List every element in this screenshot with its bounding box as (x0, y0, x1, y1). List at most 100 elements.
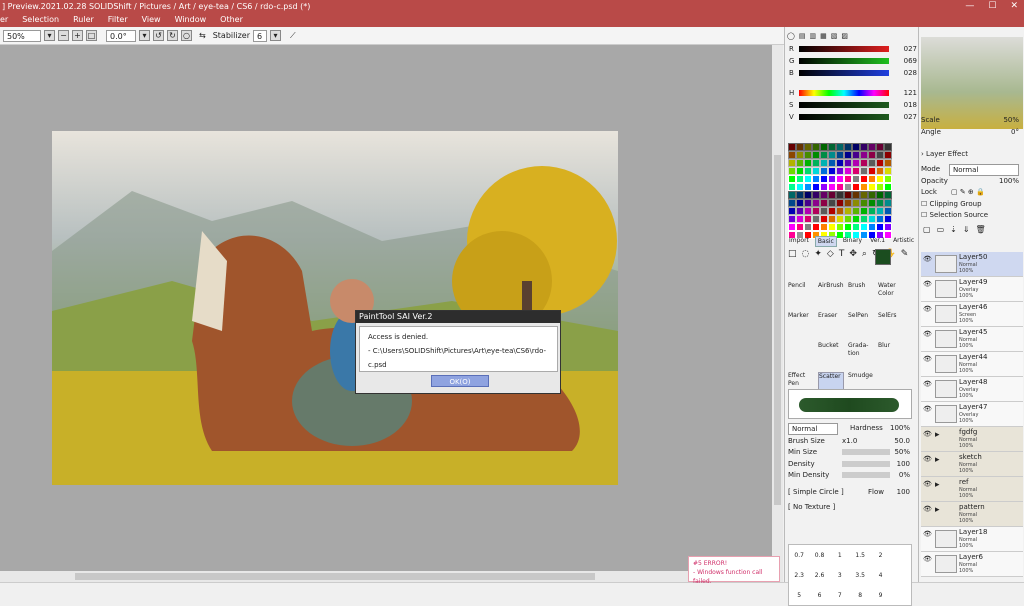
color-swatch[interactable] (868, 167, 876, 175)
color-swatch[interactable] (796, 175, 804, 183)
zoom-out-button[interactable]: − (58, 30, 69, 41)
tab-import[interactable]: Import (787, 236, 811, 247)
close-button[interactable]: ✕ (1010, 0, 1018, 13)
zoom-dropdown-button[interactable]: ▾ (44, 30, 55, 41)
layer-item[interactable]: 👁 Layer44 Normal 100% (921, 352, 1023, 377)
color-swatch[interactable] (844, 175, 852, 183)
color-swatch[interactable] (868, 151, 876, 159)
layer-item[interactable]: 👁 Layer6 Normal 100% (921, 552, 1023, 577)
trash-icon[interactable]: 🗑 (976, 225, 986, 234)
color-swatch[interactable] (788, 159, 796, 167)
color-swatch[interactable] (884, 183, 892, 191)
color-swatch[interactable] (876, 183, 884, 191)
color-swatch[interactable] (876, 207, 884, 215)
zoom-reset-button[interactable]: □ (86, 30, 97, 41)
color-swatch[interactable] (884, 143, 892, 151)
shape-icon[interactable]: ◇ (827, 249, 834, 277)
zoom-field[interactable]: 50% (3, 29, 41, 42)
color-wheel-icon[interactable]: ◯ (787, 31, 795, 41)
layer-item[interactable]: 👁 Layer47 Overlay 100% (921, 402, 1023, 427)
color-swatch[interactable] (796, 199, 804, 207)
rect-select-icon[interactable]: □ (788, 249, 797, 277)
color-swatch[interactable] (884, 199, 892, 207)
selection-source-row[interactable]: ☐ Selection Source (921, 210, 1021, 220)
color-swatch[interactable] (820, 207, 828, 215)
color-swatch[interactable] (828, 167, 836, 175)
color-swatch[interactable] (820, 151, 828, 159)
color-swatch[interactable] (828, 191, 836, 199)
layer-item[interactable]: 👁 ▸ sketch Normal 100% (921, 452, 1023, 477)
color-slider[interactable] (799, 46, 889, 52)
color-swatch[interactable] (884, 215, 892, 223)
color-swatch[interactable] (844, 223, 852, 231)
clipping-row[interactable]: ☐ Clipping Group (921, 199, 1021, 209)
color-swatch[interactable] (820, 223, 828, 231)
color-swatch[interactable] (796, 207, 804, 215)
color-swatch[interactable] (884, 167, 892, 175)
visibility-eye-icon[interactable]: 👁 (923, 505, 932, 514)
palette-icon[interactable]: ▦ (820, 31, 827, 41)
color-swatch[interactable] (852, 223, 860, 231)
vertical-scroll-thumb[interactable] (774, 155, 781, 505)
color-slider[interactable] (799, 58, 889, 64)
color-swatch[interactable] (820, 159, 828, 167)
new-layer-icon[interactable]: ▢ (923, 225, 931, 234)
move-icon[interactable]: ✥ (849, 249, 857, 277)
color-swatch[interactable] (844, 199, 852, 207)
color-swatch[interactable] (828, 199, 836, 207)
zoom-icon[interactable]: ⌕ (862, 249, 867, 277)
flow-value[interactable]: 100 (897, 487, 910, 497)
primary-color-swatch[interactable] (875, 249, 891, 265)
layer-effect-row[interactable]: › Layer Effect (921, 149, 1021, 159)
color-swatch[interactable] (868, 191, 876, 199)
color-swatch[interactable] (884, 175, 892, 183)
min-density-slider[interactable] (842, 472, 890, 478)
menu-other[interactable]: Other (220, 13, 243, 27)
color-swatch[interactable] (788, 207, 796, 215)
texture-select[interactable]: [ No Texture ] (788, 503, 835, 511)
color-swatch[interactable] (812, 215, 820, 223)
color-swatch[interactable] (796, 183, 804, 191)
color-swatch[interactable] (788, 215, 796, 223)
color-swatch[interactable] (876, 199, 884, 207)
color-swatch[interactable] (796, 223, 804, 231)
color-swatch[interactable] (884, 159, 892, 167)
visibility-eye-icon[interactable]: 👁 (923, 330, 932, 339)
color-swatch[interactable] (836, 207, 844, 215)
color-swatch[interactable] (788, 183, 796, 191)
brush-tool-water-color[interactable]: Water Color (878, 282, 904, 310)
color-swatch[interactable] (788, 223, 796, 231)
color-swatch[interactable] (884, 151, 892, 159)
size-preset[interactable]: 7 (830, 592, 850, 599)
color-swatch[interactable] (788, 199, 796, 207)
rotate-cw-button[interactable]: ↻ (167, 30, 178, 41)
color-slider-value[interactable]: 069 (897, 56, 917, 66)
visibility-eye-icon[interactable]: 👁 (923, 380, 932, 389)
vertical-scrollbar[interactable] (772, 45, 783, 571)
angle-field[interactable]: 0.0° (106, 29, 136, 42)
maximize-button[interactable]: ☐ (988, 0, 996, 13)
blend-mode-select[interactable]: Normal (949, 164, 1019, 176)
color-swatch[interactable] (804, 191, 812, 199)
size-preset[interactable]: 4 (870, 572, 890, 579)
color-swatch[interactable] (788, 151, 796, 159)
color-swatch[interactable] (852, 183, 860, 191)
opacity-value[interactable]: 100% (999, 176, 1019, 186)
color-swatch[interactable] (820, 215, 828, 223)
color-swatch[interactable] (836, 183, 844, 191)
brush-tool-bucket[interactable]: Bucket (818, 342, 844, 370)
color-swatch[interactable] (812, 167, 820, 175)
color-swatch[interactable] (836, 199, 844, 207)
color-swatch[interactable] (860, 191, 868, 199)
color-swatch[interactable] (804, 199, 812, 207)
color-swatch[interactable] (836, 151, 844, 159)
color-slider[interactable] (799, 70, 889, 76)
visibility-eye-icon[interactable]: 👁 (923, 405, 932, 414)
horizontal-scroll-thumb[interactable] (75, 573, 595, 580)
color-swatch[interactable] (884, 223, 892, 231)
color-swatch[interactable] (804, 151, 812, 159)
color-swatch[interactable] (876, 191, 884, 199)
color-slider-value[interactable]: 018 (897, 100, 917, 110)
size-preset[interactable]: 3 (830, 572, 850, 579)
brush-size-value[interactable]: 50.0 (894, 436, 910, 446)
